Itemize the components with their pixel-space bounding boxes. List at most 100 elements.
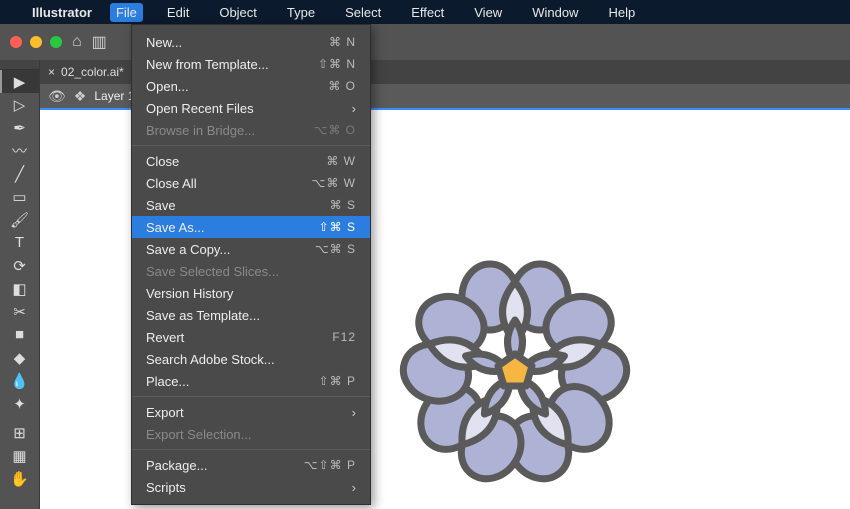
menu-shortcut: ⌥⌘ S (315, 242, 356, 256)
menu-item-save-as[interactable]: Save As...⇧⌘ S (132, 216, 370, 238)
menu-shortcut: ⌘ O (328, 79, 356, 93)
menu-item-close-all[interactable]: Close All ⌥⌘ W (132, 172, 370, 194)
menu-separator (132, 396, 370, 397)
menu-select[interactable]: Select (339, 3, 387, 22)
menu-item-label: Save As... (146, 220, 205, 235)
app-name: Illustrator (32, 5, 92, 20)
document-tab[interactable]: × 02_color.ai* (48, 65, 124, 79)
menu-window[interactable]: Window (526, 3, 584, 22)
ruler-corner (0, 60, 39, 70)
menu-file[interactable]: File (110, 3, 143, 22)
menu-item-open[interactable]: Open...⌘ O (132, 75, 370, 97)
layer-row[interactable]: 👁 ❖ Layer 1 (0, 84, 850, 110)
rectangle-tool[interactable]: ▭ (0, 185, 39, 208)
menu-item-label: Revert (146, 330, 184, 345)
layers-icon[interactable]: ❖ (74, 88, 87, 105)
menu-item-label: Version History (146, 286, 233, 301)
menu-item-save-selected-slices: Save Selected Slices... (132, 260, 370, 282)
blend-tool[interactable]: ✦ (0, 392, 39, 415)
menu-item-scripts[interactable]: Scripts › (132, 476, 370, 498)
curvature-tool[interactable]: 〰 (0, 139, 39, 162)
type-tool[interactable]: T (0, 231, 39, 254)
menu-separator (132, 449, 370, 450)
menu-shortcut: ⇧⌘ N (318, 57, 356, 71)
menu-shortcut: ⇧⌘ P (319, 374, 356, 388)
menu-shortcut: ⌥⇧⌘ P (304, 458, 356, 472)
hand-tool[interactable]: ✋ (0, 467, 39, 490)
shape-builder-tool[interactable]: ◆ (0, 346, 39, 369)
menu-item-label: Browse in Bridge... (146, 123, 255, 138)
menu-object[interactable]: Object (213, 3, 263, 22)
arrange-icon[interactable]: ▥ (92, 32, 107, 52)
menu-item-save-as-template[interactable]: Save as Template... (132, 304, 370, 326)
chevron-right-icon: › (352, 480, 356, 495)
menu-item-label: Save (146, 198, 176, 213)
eyedropper-tool[interactable]: 💧 (0, 369, 39, 392)
menu-item-label: Open Recent Files (146, 101, 254, 116)
tab-title: 02_color.ai* (61, 65, 124, 79)
menu-item-version-history[interactable]: Version History (132, 282, 370, 304)
line-tool[interactable]: ╱ (0, 162, 39, 185)
menu-item-search-adobe-stock[interactable]: Search Adobe Stock... (132, 348, 370, 370)
menu-item-label: Save a Copy... (146, 242, 230, 257)
menu-item-label: Close (146, 154, 179, 169)
scissors-tool[interactable]: ✂ (0, 300, 39, 323)
menu-item-new-from-template[interactable]: New from Template... ⇧⌘ N (132, 53, 370, 75)
paintbrush-tool[interactable]: 🖌 (0, 208, 39, 231)
minimize-window-button[interactable] (30, 36, 42, 48)
menu-item-label: New... (146, 35, 182, 50)
menu-item-label: Save Selected Slices... (146, 264, 279, 279)
eraser-tool[interactable]: ◧ (0, 277, 39, 300)
menu-item-revert[interactable]: Revert F12 (132, 326, 370, 348)
menu-item-label: Save as Template... (146, 308, 260, 323)
window-controls (10, 36, 62, 48)
direct-selection-tool[interactable]: ▷ (0, 93, 39, 116)
menu-shortcut: ⌘ W (326, 154, 356, 168)
macos-menubar: Illustrator File Edit Object Type Select Effe… (0, 0, 850, 24)
rotate-tool[interactable]: ⟳ (0, 254, 39, 277)
tools-panel: ▶▷✒〰╱▭🖌T⟳◧✂■◆💧✦ ⊞▦✋ (0, 60, 40, 509)
menu-item-export[interactable]: Export › (132, 401, 370, 423)
menu-item-browse-in-bridge: Browse in Bridge... ⌥⌘ O (132, 119, 370, 141)
close-window-button[interactable] (10, 36, 22, 48)
close-tab-icon[interactable]: × (48, 65, 55, 79)
maximize-window-button[interactable] (50, 36, 62, 48)
menu-view[interactable]: View (468, 3, 508, 22)
menu-item-package[interactable]: Package...⌥⇧⌘ P (132, 454, 370, 476)
menu-item-label: Export (146, 405, 184, 420)
pen-tool[interactable]: ✒ (0, 116, 39, 139)
menu-shortcut: ⌘ S (330, 198, 356, 212)
visibility-icon[interactable]: 👁 (48, 88, 66, 105)
menu-item-label: Search Adobe Stock... (146, 352, 275, 367)
menu-item-open-recent-files[interactable]: Open Recent Files › (132, 97, 370, 119)
file-menu: New...⌘ N New from Template... ⇧⌘ N Open...… (131, 24, 371, 505)
chevron-right-icon: › (352, 405, 356, 420)
menu-item-place[interactable]: Place... ⇧⌘ P (132, 370, 370, 392)
menu-item-label: Scripts (146, 480, 186, 495)
home-icon[interactable]: ⌂ (72, 33, 82, 51)
app-bar: ⌂ ▥ (0, 24, 850, 60)
symbol-sprayer-tool[interactable]: ⊞ (0, 421, 39, 444)
menu-shortcut: ⌥⌘ W (312, 176, 357, 190)
gradient-tool[interactable]: ■ (0, 323, 39, 346)
menu-item-save-a-copy[interactable]: Save a Copy... ⌥⌘ S (132, 238, 370, 260)
menu-item-export-selection: Export Selection... (132, 423, 370, 445)
menu-item-label: Place... (146, 374, 189, 389)
flower-artwork[interactable] (385, 242, 645, 507)
menu-item-new[interactable]: New...⌘ N (132, 31, 370, 53)
menu-shortcut: ⌥⌘ O (314, 123, 357, 137)
chevron-right-icon: › (352, 101, 356, 116)
menu-item-label: Export Selection... (146, 427, 252, 442)
menu-item-label: Close All (146, 176, 197, 191)
menu-shortcut: F12 (332, 330, 356, 344)
menu-item-label: New from Template... (146, 57, 269, 72)
document-tabs: × 02_color.ai* (0, 60, 850, 84)
menu-edit[interactable]: Edit (161, 3, 195, 22)
selection-tool[interactable]: ▶ (0, 70, 39, 93)
menu-type[interactable]: Type (281, 3, 321, 22)
menu-item-close[interactable]: Close ⌘ W (132, 150, 370, 172)
menu-item-save[interactable]: Save ⌘ S (132, 194, 370, 216)
artboard-tool[interactable]: ▦ (0, 444, 39, 467)
menu-help[interactable]: Help (602, 3, 641, 22)
menu-effect[interactable]: Effect (405, 3, 450, 22)
